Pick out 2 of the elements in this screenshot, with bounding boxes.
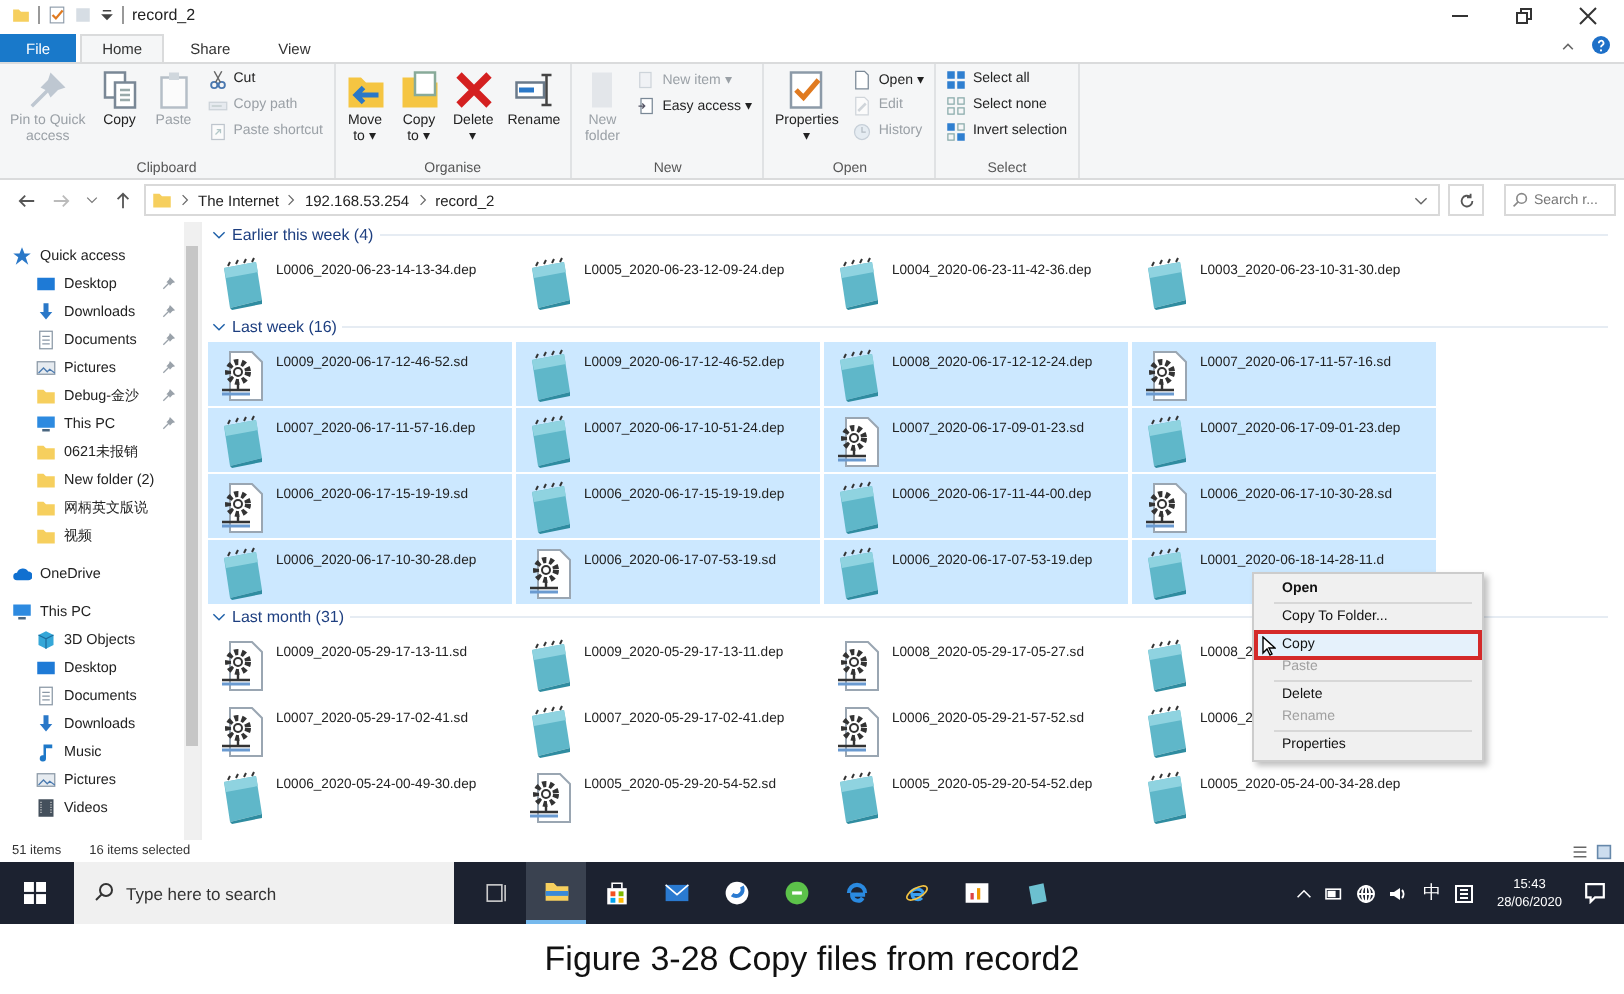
window-title: record_2	[132, 6, 196, 25]
figure-caption: Figure 3-28 Copy files from record2	[542, 937, 1082, 981]
